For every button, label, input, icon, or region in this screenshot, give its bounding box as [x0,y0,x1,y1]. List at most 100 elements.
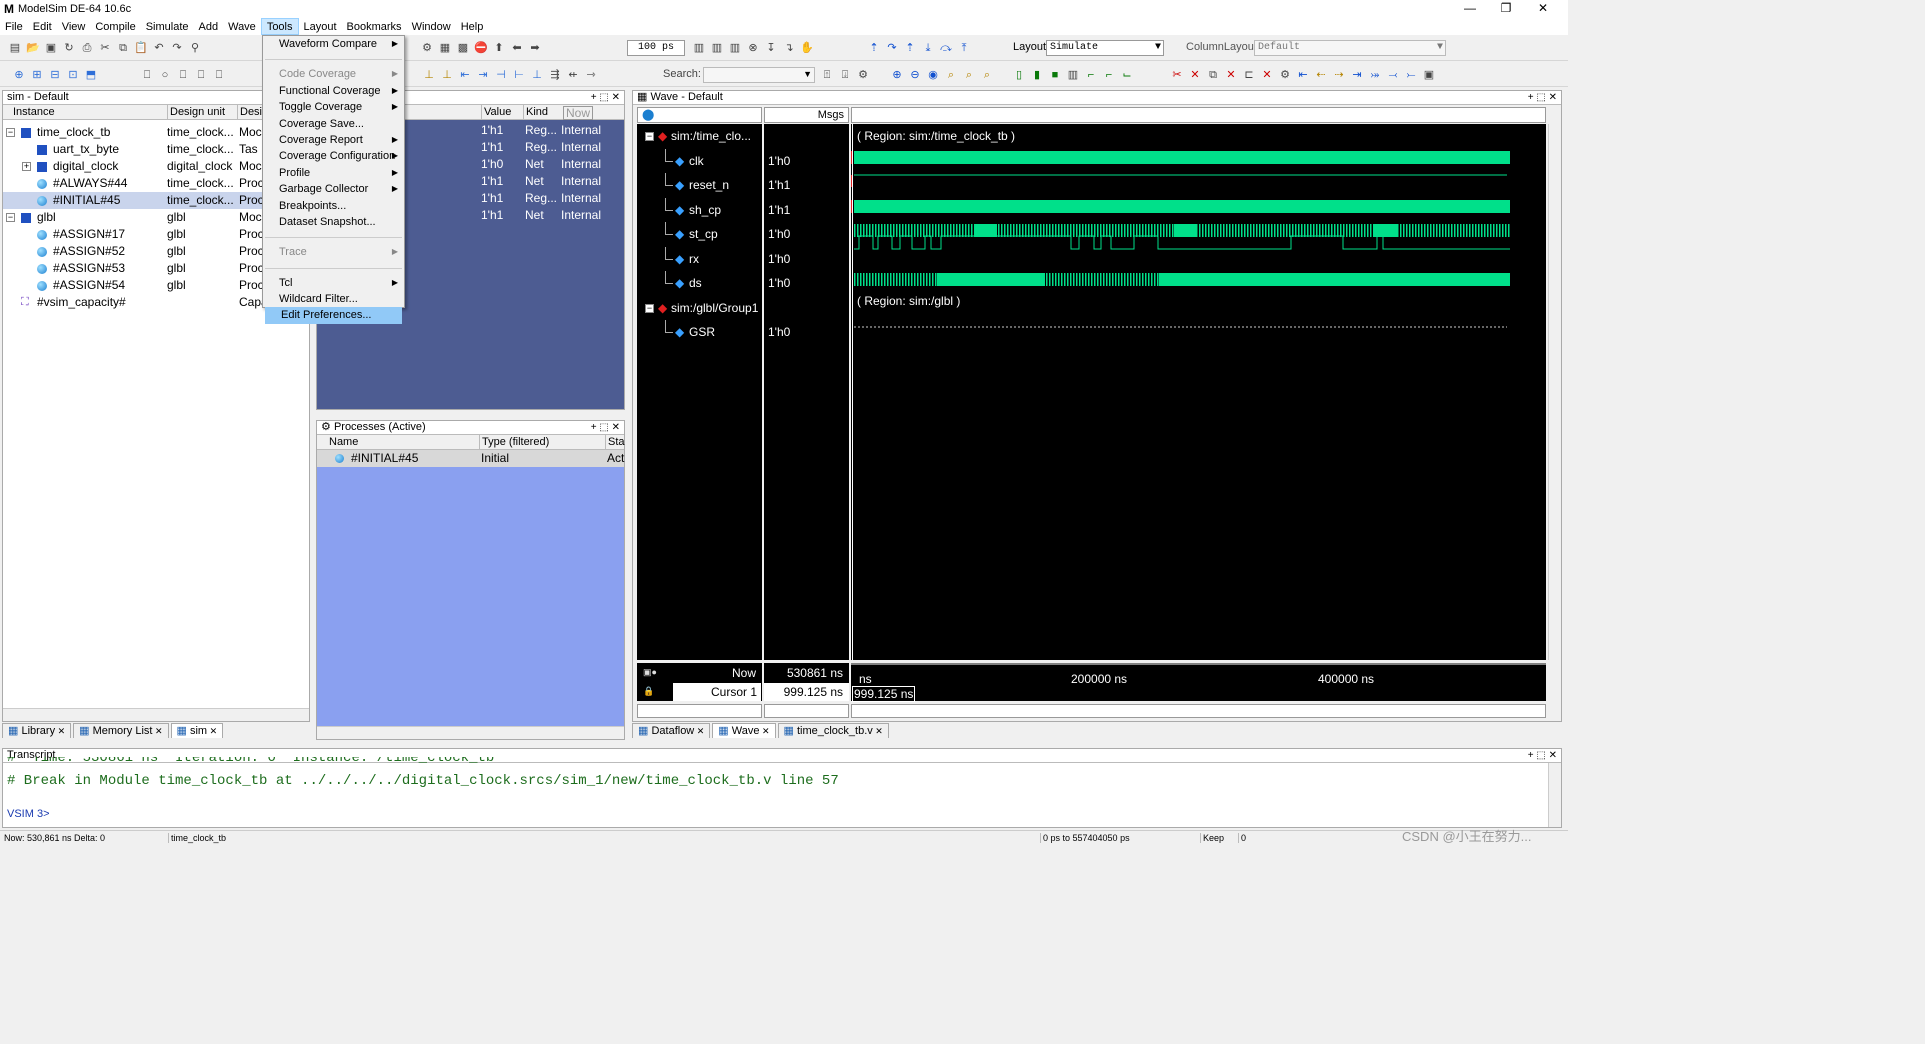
close-icon[interactable]: ✕ [55,726,66,736]
wave-block-icon[interactable]: ■ [1048,68,1062,82]
menu-help[interactable]: Help [456,19,489,36]
save-icon[interactable]: ▣ [44,41,58,55]
run-icon[interactable]: ▥ [692,41,706,55]
transcript-vscrollbar[interactable] [1548,763,1561,827]
wave-signal-row[interactable]: ◆ reset_n [637,173,762,198]
search-input[interactable]: ▼ [703,67,815,83]
close-icon[interactable]: ✕ [694,726,705,736]
transcript-prompt[interactable]: VSIM 3> [7,808,50,820]
compile-all-icon[interactable]: ▦ [438,41,452,55]
col-instance[interactable]: Instance [13,105,55,119]
wave-nav1-icon[interactable]: ⇤ [1296,68,1310,82]
delete-wave-icon[interactable]: ✕ [1188,68,1202,82]
menu-item-functional-coverage[interactable]: Functional Coverage ▶ [263,83,404,99]
menu-layout[interactable]: Layout [299,19,342,36]
cut-wave-icon[interactable]: ✂ [1170,68,1184,82]
add-dataflow-icon[interactable]: ⬒ [84,68,98,82]
redo-icon[interactable]: ↷ [170,41,184,55]
find-icon[interactable]: ⚲ [188,41,202,55]
simulate-icon[interactable]: ▩ [456,41,470,55]
wave-signal-row[interactable]: ◆ rx [637,246,762,272]
wave-signal-row[interactable]: ◆ clk [637,148,762,174]
wave-line-icon[interactable]: ▯ [1012,68,1026,82]
col-value[interactable]: Value [481,105,511,119]
menu-item-tcl[interactable]: Tcl ▶ [263,275,404,291]
wave-fall-icon[interactable]: ⌙ [1120,68,1134,82]
panel-buttons-icon[interactable]: + ⬚ ✕ [1528,91,1557,104]
collapse-icon[interactable]: ⇷ [566,68,580,82]
edge-prev-icon[interactable]: ⇤ [458,68,472,82]
lock-icon[interactable]: 🔒 [643,686,654,697]
break-icon[interactable]: ⛔ [474,41,488,55]
collapse-icon[interactable]: − [6,128,15,137]
tab-memory-list[interactable]: ▦ Memory List ✕ [73,723,169,738]
open-icon[interactable]: 📂 [26,41,40,55]
zoom-out-icon[interactable]: ⊖ [908,68,922,82]
menu-wave[interactable]: Wave [223,19,261,36]
back-icon[interactable]: ⬅ [510,41,524,55]
processes-hscrollbar[interactable] [317,726,624,739]
wave-copy-icon[interactable]: ⧉ [1206,68,1220,82]
step-out-icon[interactable]: ⤒ [957,41,971,55]
expand-icon[interactable]: + [22,162,31,171]
menu-simulate[interactable]: Simulate [141,19,194,36]
forward-icon[interactable]: ➡ [528,41,542,55]
filter-internal-icon[interactable]: ⎕ [194,68,208,82]
wave-signal-row[interactable]: ◆ st_cp [637,222,762,247]
up2-icon[interactable]: ⇡ [903,41,917,55]
col-name[interactable]: Name [329,435,358,449]
menu-bookmarks[interactable]: Bookmarks [342,19,407,36]
names-hscrollbar[interactable] [637,704,762,718]
find-next-icon[interactable]: ⊢ [512,68,526,82]
wave-nav2-icon[interactable]: ⇠ [1314,68,1328,82]
edge-next-icon[interactable]: ⇥ [476,68,490,82]
close-button[interactable]: ✕ [1526,0,1560,18]
wave-signal-row[interactable]: ◆ ds [637,271,762,296]
delete-cursor-icon[interactable]: ⊥ [440,68,454,82]
menu-window[interactable]: Window [407,19,456,36]
col-now[interactable]: Now [563,106,594,120]
col-state[interactable]: Sta [605,435,625,449]
paste-icon[interactable]: 📋 [134,41,148,55]
step-over2-icon[interactable]: ⤼ [939,41,953,55]
search-next-icon[interactable]: ⍗ [838,68,852,82]
close-icon[interactable]: ✕ [152,726,163,736]
layout-select[interactable]: Simulate ▼ [1046,40,1164,56]
add-log-icon[interactable]: ⊡ [66,68,80,82]
restore-button[interactable]: ❐ [1489,0,1523,18]
zoom-cursor-icon[interactable]: ⌕ [944,68,958,82]
wave-fill-icon[interactable]: ▮ [1030,68,1044,82]
tab-time-clock-tb-v[interactable]: ▦ time_clock_tb.v ✕ [777,723,889,738]
wave-nav6-icon[interactable]: ⤙ [1386,68,1400,82]
minimize-button[interactable]: — [1453,0,1487,18]
reload-icon[interactable]: ↻ [62,41,76,55]
menu-item-garbage-collector[interactable]: Garbage Collector ▶ [263,181,404,197]
wave-group[interactable]: − ◆ sim:/time_clo... [637,124,762,149]
menu-edit[interactable]: Edit [28,19,57,36]
col-design-unit[interactable]: Design unit [167,105,225,119]
close-icon[interactable]: ✕ [873,726,883,736]
zoom-in-icon[interactable]: ⊕ [890,68,904,82]
process-row[interactable]: #INITIAL#45 Initial Act [317,450,624,467]
cursor-line[interactable] [852,124,853,660]
filter-inout-icon[interactable]: ⎕ [176,68,190,82]
column-layout-select[interactable]: Default ▼ [1254,40,1446,56]
continue-icon[interactable]: ▥ [710,41,724,55]
menu-add[interactable]: Add [194,19,224,36]
menu-compile[interactable]: Compile [90,19,140,36]
menu-item-toggle-coverage[interactable]: Toggle Coverage ▶ [263,99,404,115]
falling-edge-icon[interactable]: ⊥ [530,68,544,82]
wave-end-icon[interactable]: ▣ [1422,68,1436,82]
cut-icon[interactable]: ✂ [98,41,112,55]
wave-nav4-icon[interactable]: ⇥ [1350,68,1364,82]
undo-icon[interactable]: ↶ [152,41,166,55]
wave-shift-icon[interactable]: ⇾ [584,68,598,82]
menu-item-waveform-compare[interactable]: Waveform Compare ▶ [263,36,404,52]
panel-buttons-icon[interactable]: + ⬚ ✕ [591,421,620,434]
step-up-icon[interactable]: ⬆ [492,41,506,55]
step-icon[interactable]: ↧ [764,41,778,55]
zoom-range-icon[interactable]: ⌕ [962,68,976,82]
menu-view[interactable]: View [57,19,91,36]
wave-rise-icon[interactable]: ⌐ [1102,68,1116,82]
tab-dataflow[interactable]: ▦ Dataflow ✕ [632,723,711,738]
